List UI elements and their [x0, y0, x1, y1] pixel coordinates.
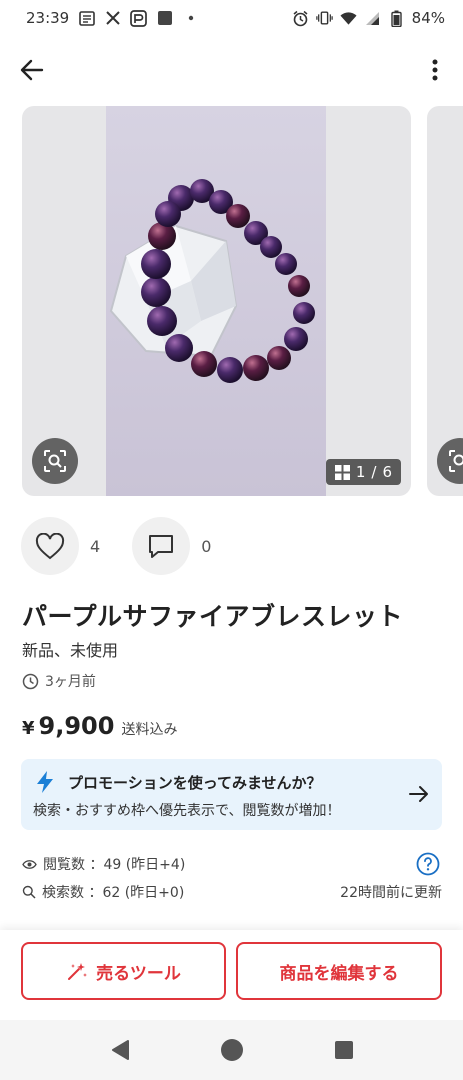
promotion-description: 検索・おすすめ枠へ優先表示で、閲覧数が増加！ — [33, 803, 341, 819]
updated-time: 22時間前に更新 — [340, 885, 442, 901]
comment-button[interactable] — [132, 517, 191, 575]
sell-tool-button[interactable]: 売るツール — [21, 942, 226, 1000]
grid-icon — [334, 464, 350, 480]
price-value: 9,900 — [38, 712, 115, 740]
promotion-banner[interactable]: プロモーションを使ってみませんか？ 検索・おすすめ枠へ優先表示で、閲覧数が増加！ — [21, 759, 442, 830]
heart-icon — [35, 532, 65, 559]
image-carousel[interactable]: 1 / 6 — [0, 106, 463, 496]
clock: 23:39 — [26, 9, 70, 27]
reactions-row: 4 0 — [21, 516, 243, 576]
arrow-left-icon — [20, 59, 44, 81]
magic-wand-icon — [68, 963, 88, 980]
image-search-button-next[interactable] — [437, 438, 463, 484]
page-current: 1 — [355, 463, 366, 481]
status-bar: 23:39 84% — [0, 0, 463, 36]
views-text: 閲覧数 ：49 (昨日+4) — [43, 857, 186, 873]
price-currency: ¥ — [22, 718, 35, 739]
comment-count: 0 — [201, 536, 212, 556]
next-image-slide[interactable] — [427, 106, 463, 496]
lens-scan-icon — [44, 450, 66, 472]
signal-icon — [364, 10, 381, 27]
sell-tool-label: 売るツール — [96, 963, 181, 984]
shipping-label: 送料込み — [121, 722, 178, 738]
price: ¥ 9,900 送料込み — [22, 712, 177, 740]
app-square-icon — [156, 10, 173, 27]
help-icon[interactable] — [416, 852, 440, 876]
triangle-back-icon — [111, 1040, 129, 1060]
searches-text: 検索数 ：62 (昨日+0) — [42, 885, 185, 901]
product-image-slide[interactable]: 1 / 6 — [22, 106, 411, 496]
item-condition: 新品、未使用 — [22, 641, 119, 660]
system-navigation-bar — [0, 1020, 463, 1080]
battery-icon — [388, 10, 405, 27]
vibrate-icon — [315, 10, 333, 27]
notification-dot-icon — [182, 10, 199, 27]
eye-icon — [22, 859, 37, 869]
lens-scan-icon — [449, 450, 463, 472]
arrow-right-icon — [409, 786, 428, 802]
news-app-icon — [78, 10, 95, 27]
comment-icon — [149, 534, 174, 558]
image-page-indicator: 1 / 6 — [325, 459, 401, 485]
nav-home-button[interactable] — [216, 1034, 248, 1066]
alarm-icon — [292, 10, 309, 27]
page-total: 6 — [382, 463, 392, 481]
back-button[interactable] — [14, 54, 50, 86]
more-vertical-icon — [432, 59, 438, 81]
x-app-icon — [104, 10, 121, 27]
like-count: 4 — [90, 536, 101, 556]
clock-icon — [22, 673, 39, 689]
recents-square-icon — [334, 1041, 353, 1059]
nav-recents-button[interactable] — [328, 1034, 360, 1066]
more-options-button[interactable] — [421, 54, 449, 86]
lightning-icon — [37, 771, 53, 793]
product-photo — [106, 106, 326, 496]
wifi-icon — [340, 10, 357, 27]
item-stats: 閲覧数 ：49 (昨日+4) 検索数 ：62 (昨日+0) 22時間前に更新 — [22, 852, 442, 908]
posted-time: 3ヶ月前 — [22, 671, 96, 691]
item-title: パープルサファイアブレスレット — [22, 602, 404, 631]
like-button[interactable] — [21, 517, 79, 575]
search-icon — [22, 885, 36, 899]
page-separator: / — [371, 463, 377, 481]
home-circle-icon — [220, 1039, 243, 1061]
app-bar — [0, 46, 463, 94]
views-stat: 閲覧数 ：49 (昨日+4) — [22, 852, 442, 876]
posted-time-text: 3ヶ月前 — [45, 674, 96, 690]
nav-back-button[interactable] — [104, 1034, 136, 1066]
edit-item-button[interactable]: 商品を編集する — [236, 942, 442, 1000]
action-bar: 売るツール 商品を編集する — [0, 930, 463, 1020]
promotion-title: プロモーションを使ってみませんか？ — [68, 774, 322, 792]
edit-item-label: 商品を編集する — [279, 963, 399, 984]
image-search-button[interactable] — [32, 438, 78, 484]
battery-percent: 84% — [411, 9, 445, 27]
paypay-app-icon — [130, 9, 148, 27]
